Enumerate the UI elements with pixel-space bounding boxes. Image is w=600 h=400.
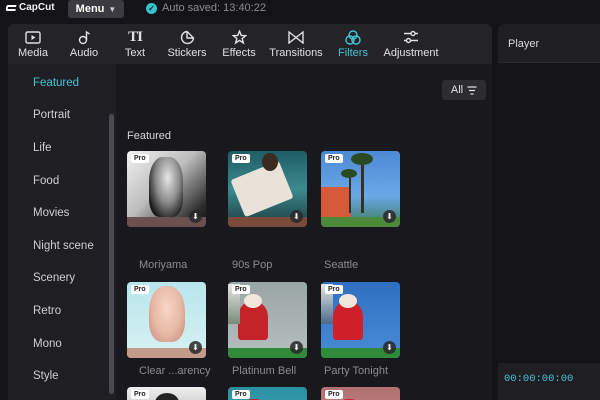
download-icon[interactable]: ⬇ (383, 210, 396, 223)
palm-trunk (361, 157, 364, 213)
head-shape (262, 153, 278, 171)
menu-button[interactable]: Menu ▼ (68, 0, 124, 18)
filter-card-party-tonight[interactable]: Pro ⬇ (321, 282, 400, 358)
tab-media-label: Media (18, 47, 48, 59)
media-icon (25, 29, 41, 45)
player-viewport (498, 63, 600, 363)
pro-badge: Pro (325, 154, 343, 163)
pro-badge: Pro (232, 285, 250, 294)
sidebar-item-night-scene[interactable]: Night scene (33, 240, 94, 252)
tab-effects[interactable]: Effects (214, 24, 264, 64)
app-logo-text: CapCut (19, 2, 55, 13)
filter-card-row3-3[interactable]: Pro (321, 387, 400, 400)
portrait-figure (149, 157, 183, 217)
filter-card-platinum-bell[interactable]: Pro ⬇ (228, 282, 307, 358)
tab-transitions[interactable]: Transitions (264, 24, 328, 64)
section-title: Featured (127, 130, 172, 142)
filters-icon (345, 29, 361, 45)
player-panel: Player 00:00:00:00 (498, 24, 600, 400)
tab-filters[interactable]: Filters (328, 24, 378, 64)
autosave-text: Auto saved: 13:40:22 (162, 2, 266, 14)
tab-text[interactable]: TI Text (110, 24, 160, 64)
card-label-clear-transparency: Clear ...arency (139, 365, 211, 377)
card-label-party-tonight: Party Tonight (324, 365, 389, 377)
text-icon: TI (128, 29, 143, 45)
pro-badge: Pro (232, 390, 250, 399)
santa-face (244, 294, 262, 308)
transitions-icon (288, 29, 304, 45)
palm-leaves (351, 153, 373, 165)
download-icon[interactable]: ⬇ (189, 341, 202, 354)
card-label-90s-pop: 90s Pop (232, 259, 273, 271)
player-title: Player (508, 38, 540, 50)
wall-shape (321, 187, 351, 217)
tab-text-label: Text (124, 47, 146, 59)
sidebar-item-portrait[interactable]: Portrait (33, 109, 70, 121)
checkmark-icon: ✓ (146, 2, 157, 14)
materials-panel: Media Audio TI Text Stickers Effects Tra… (8, 24, 492, 400)
santa-face (339, 294, 357, 308)
player-timecode: 00:00:00:00 (504, 373, 574, 385)
tab-audio-label: Audio (69, 47, 99, 59)
tab-adjustment[interactable]: Adjustment (378, 24, 444, 64)
autosave-status: ✓ Auto saved: 13:40:22 (146, 2, 266, 14)
title-bar: CapCut Menu ▼ ✓ Auto saved: 13:40:22 (0, 0, 600, 18)
palm-trunk (349, 173, 351, 213)
sidebar-item-scenery[interactable]: Scenery (33, 272, 75, 284)
sidebar-item-retro[interactable]: Retro (33, 305, 61, 317)
filter-card-moriyama[interactable]: Pro ⬇ (127, 151, 206, 227)
sidebar-item-featured[interactable]: Featured (33, 77, 79, 89)
capcut-logo-icon (6, 3, 16, 13)
tab-filters-label: Filters (338, 47, 368, 59)
card-label-seattle: Seattle (324, 259, 359, 271)
filter-category-sidebar: Featured Portrait Life Food Movies Night… (8, 64, 116, 400)
filter-card-clear-transparency[interactable]: Pro ⬇ (127, 282, 206, 358)
pro-badge: Pro (131, 154, 149, 163)
pro-badge: Pro (325, 390, 343, 399)
pro-badge: Pro (232, 154, 250, 163)
app-logo: CapCut (6, 2, 55, 13)
sidebar-scrollbar[interactable] (109, 114, 114, 394)
newspaper-shape (230, 160, 294, 218)
category-tabs: Media Audio TI Text Stickers Effects Tra… (8, 24, 492, 64)
filter-funnel-icon (467, 85, 477, 95)
sidebar-item-life[interactable]: Life (33, 142, 52, 154)
all-filter-label: All (450, 84, 464, 96)
portrait-figure (155, 393, 179, 400)
tab-transitions-label: Transitions (269, 47, 323, 59)
adjustment-icon (403, 29, 419, 45)
download-icon[interactable]: ⬇ (383, 341, 396, 354)
filter-card-row3-1[interactable]: Pro (127, 387, 206, 400)
tab-media[interactable]: Media (8, 24, 58, 64)
download-icon[interactable]: ⬇ (189, 210, 202, 223)
sidebar-item-movies[interactable]: Movies (33, 207, 69, 219)
tab-stickers[interactable]: Stickers (160, 24, 214, 64)
filter-card-row3-2[interactable]: Pro (228, 387, 307, 400)
filter-grid-area: All Featured Pro ⬇ Pro ⬇ Pro ⬇ Moriyama … (116, 64, 492, 400)
chevron-down-icon: ▼ (108, 4, 117, 14)
card-label-platinum-bell: Platinum Bell (232, 365, 297, 377)
tab-stickers-label: Stickers (167, 47, 207, 59)
tab-adjustment-label: Adjustment (383, 47, 439, 59)
effects-icon (231, 29, 247, 45)
stickers-icon (180, 29, 195, 45)
portrait-figure (149, 286, 185, 342)
card-label-moriyama: Moriyama (139, 259, 188, 271)
sidebar-item-food[interactable]: Food (33, 175, 59, 187)
menu-label: Menu (75, 3, 105, 15)
pro-badge: Pro (131, 285, 149, 294)
download-icon[interactable]: ⬇ (290, 210, 303, 223)
sidebar-item-mono[interactable]: Mono (33, 338, 62, 350)
palm-leaves (341, 169, 357, 178)
filter-card-90s-pop[interactable]: Pro ⬇ (228, 151, 307, 227)
pro-badge: Pro (325, 285, 343, 294)
tab-audio[interactable]: Audio (58, 24, 110, 64)
filter-card-seattle[interactable]: Pro ⬇ (321, 151, 400, 227)
sidebar-item-style[interactable]: Style (33, 370, 59, 382)
audio-icon (77, 29, 91, 45)
pro-badge: Pro (131, 390, 149, 399)
download-icon[interactable]: ⬇ (290, 341, 303, 354)
all-filter-button[interactable]: All (442, 80, 486, 100)
tab-effects-label: Effects (222, 47, 256, 59)
